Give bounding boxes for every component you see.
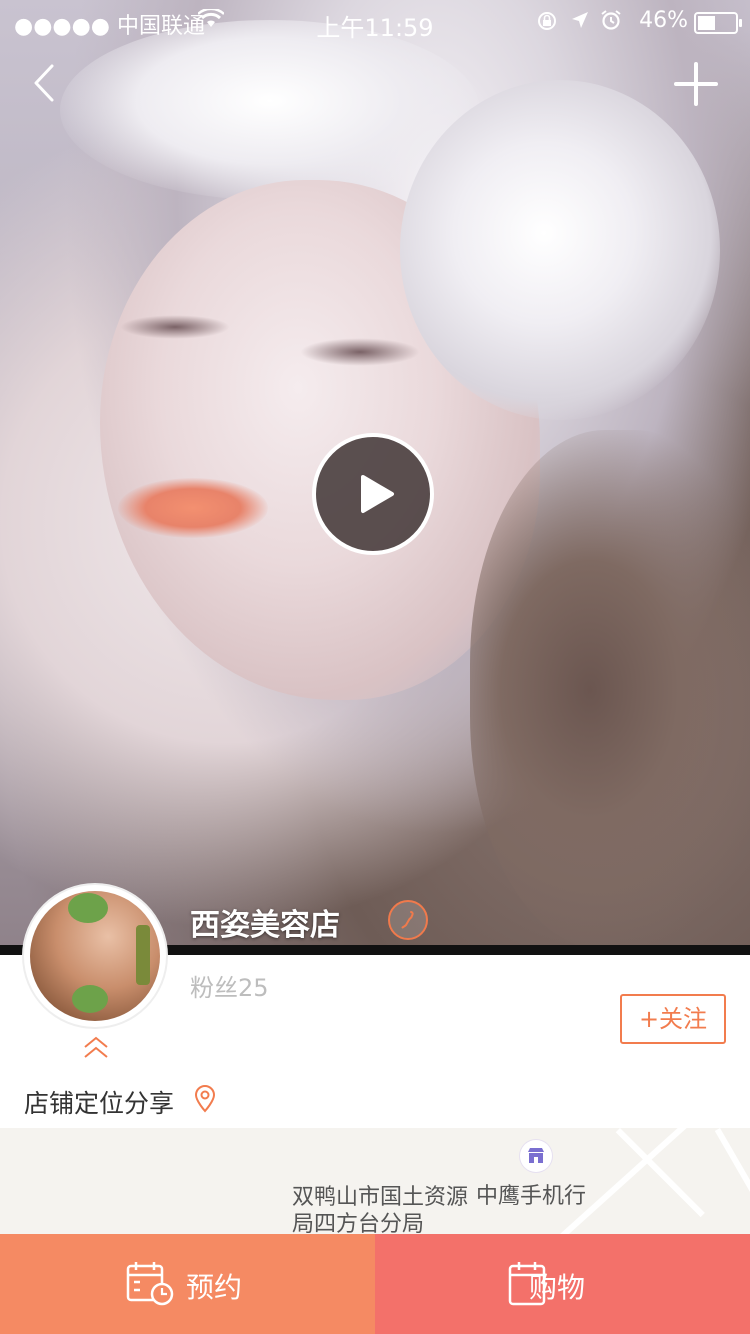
phone-icon [401, 911, 414, 929]
phone-button[interactable] [388, 900, 428, 940]
follow-button[interactable]: +关注 [620, 994, 726, 1044]
shop-poi-icon [520, 1140, 552, 1172]
model-hair [470, 430, 750, 948]
alarm-icon [600, 9, 622, 37]
location-share-label: 店铺定位分享 [24, 1089, 175, 1118]
bottom-action-bar: 预约 购物 [0, 1234, 750, 1334]
play-button[interactable] [312, 433, 434, 555]
clock: 上午11:59 [316, 14, 434, 42]
store-map[interactable]: 双鸭山市国土资源局四方台分局 中鹰手机行 [0, 1128, 750, 1234]
shopping-button[interactable]: 购物 [375, 1234, 750, 1334]
store-avatar[interactable] [24, 885, 166, 1027]
orientation-lock-icon [536, 10, 558, 38]
status-bar: ●●●●● 中国联通 上午11:59 46% [0, 0, 750, 44]
back-button[interactable] [22, 58, 72, 108]
battery-icon [694, 12, 742, 34]
add-button[interactable] [670, 58, 722, 110]
booking-button[interactable]: 预约 [0, 1234, 375, 1334]
chevron-left-icon [34, 64, 54, 102]
location-arrow-icon [570, 10, 590, 36]
shopping-label: 购物 [529, 1271, 586, 1304]
fans-count: 粉丝25 [190, 974, 269, 1002]
map-poi-label: 中鹰手机行 [476, 1184, 587, 1209]
booking-label: 预约 [186, 1271, 243, 1304]
location-pin-icon[interactable] [193, 1085, 217, 1117]
battery-percent: 46% [639, 8, 688, 33]
model-lips [118, 478, 268, 538]
leaf-decoration [68, 893, 108, 923]
flower-decoration [400, 80, 720, 420]
map-road [714, 1128, 750, 1201]
expand-up-icon[interactable] [82, 1035, 110, 1065]
bottle-decoration [136, 925, 150, 985]
model-eye [120, 315, 230, 339]
calendar-clock-icon [126, 1260, 176, 1313]
leaf-decoration [72, 985, 108, 1013]
store-name: 西姿美容店 [190, 908, 340, 943]
model-eye [300, 338, 420, 366]
plus-icon [674, 62, 718, 106]
play-icon [361, 475, 394, 513]
map-poi-label: 双鸭山市国土资源局四方台分局 [292, 1185, 469, 1234]
